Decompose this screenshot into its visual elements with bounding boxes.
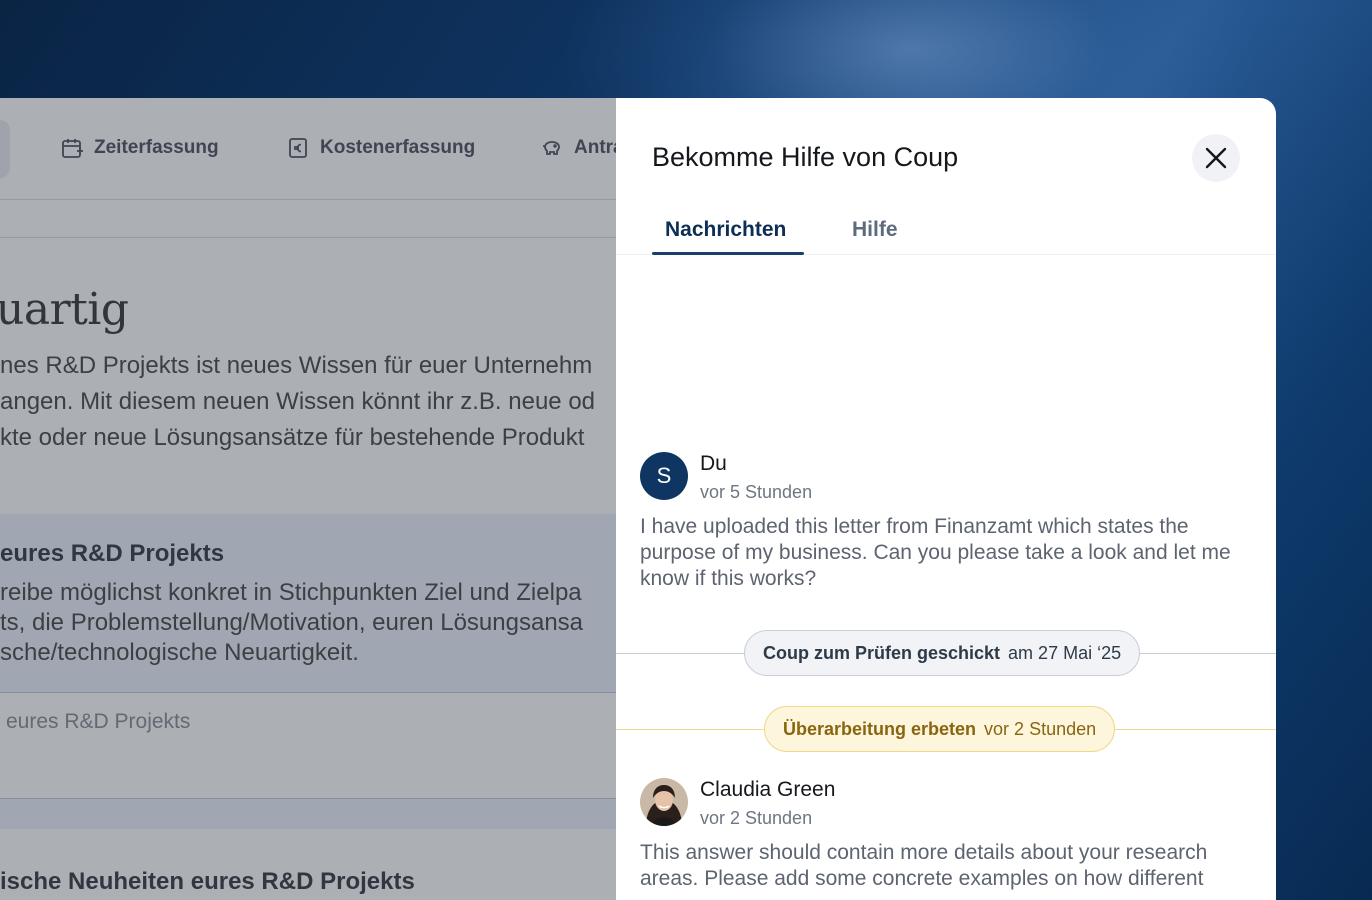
user-photo-icon bbox=[640, 778, 688, 826]
message-text: This answer should contain more details … bbox=[640, 841, 1208, 890]
avatar bbox=[640, 778, 688, 826]
avatar: S bbox=[640, 452, 688, 500]
modal-overlay[interactable] bbox=[0, 98, 640, 900]
message-time: vor 2 Stunden bbox=[700, 808, 813, 828]
message-author: Du bbox=[700, 452, 727, 475]
tab-nachrichten[interactable]: Nachrichten bbox=[665, 218, 786, 242]
status-event: Coup zum Prüfen geschickt am 27 Mai ‘25 bbox=[616, 630, 1276, 678]
close-icon bbox=[1205, 147, 1227, 169]
event-label: Coup zum Prüfen geschickt bbox=[763, 642, 1001, 663]
event-time: vor 2 Stunden bbox=[984, 718, 1097, 739]
status-badge: Coup zum Prüfen geschickt am 27 Mai ‘25 bbox=[744, 630, 1141, 676]
message-author: Claudia Green bbox=[700, 778, 836, 801]
message-text: I have uploaded this letter from Finanza… bbox=[640, 515, 1231, 590]
panel-title: Bekomme Hilfe von Coup bbox=[652, 142, 959, 172]
event-label: Überarbeitung erbeten bbox=[783, 718, 977, 739]
status-event: Überarbeitung erbeten vor 2 Stunden bbox=[616, 706, 1276, 754]
event-time: am 27 Mai ‘25 bbox=[1008, 642, 1122, 663]
close-button[interactable] bbox=[1192, 134, 1240, 182]
active-tab-indicator bbox=[652, 252, 804, 255]
status-badge: Überarbeitung erbeten vor 2 Stunden bbox=[764, 706, 1116, 752]
message-time: vor 5 Stunden bbox=[700, 482, 813, 502]
help-panel: Bekomme Hilfe von Coup Nachrichten Hilfe… bbox=[616, 98, 1276, 900]
panel-tabs: Nachrichten Hilfe bbox=[616, 206, 1276, 255]
tab-hilfe[interactable]: Hilfe bbox=[852, 218, 898, 242]
